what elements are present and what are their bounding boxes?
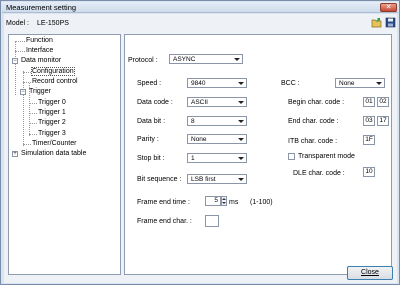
tree-line: [23, 82, 31, 83]
data-code-select[interactable]: ASCII: [187, 97, 247, 107]
bcc-select[interactable]: None: [335, 78, 385, 88]
protocol-select[interactable]: ASYNC: [169, 54, 243, 64]
chevron-down-icon: [238, 157, 244, 160]
end-char-label: End char. code :: [288, 118, 339, 125]
spin-down-icon: [222, 202, 226, 204]
model-label: Model :: [6, 20, 29, 27]
tree-item-record-control[interactable]: Record control: [32, 78, 78, 85]
dle-char-code[interactable]: 10: [363, 167, 375, 177]
tree-item-trigger-3[interactable]: Trigger 3: [38, 130, 66, 137]
parity-value: None: [191, 136, 207, 143]
tree-line: [15, 51, 25, 52]
chevron-down-icon: [238, 120, 244, 123]
save-icon[interactable]: [385, 17, 396, 28]
bcc-value: None: [339, 80, 355, 87]
transparent-mode-checkbox[interactable]: [288, 153, 295, 160]
tree-line: [29, 103, 37, 104]
bit-sequence-value: LSB first: [191, 176, 216, 183]
tree-line: [15, 41, 25, 42]
stop-bit-select[interactable]: 1: [187, 153, 247, 163]
collapse-icon[interactable]: −: [12, 58, 18, 64]
tree-item-trigger-2[interactable]: Trigger 2: [38, 119, 66, 126]
data-code-label: Data code :: [137, 99, 173, 106]
data-bit-select[interactable]: 8: [187, 116, 247, 126]
tree-item-trigger-0[interactable]: Trigger 0: [38, 99, 66, 106]
speed-select[interactable]: 9840: [187, 78, 247, 88]
title-bar: Measurement setting ✕: [2, 2, 398, 13]
itb-char-label: ITB char. code :: [288, 138, 338, 145]
spin-up-icon: [222, 198, 226, 200]
itb-char-code[interactable]: 1F: [363, 135, 375, 145]
tree-item-simulation[interactable]: Simulation data table: [21, 150, 86, 157]
begin-char-label: Begin char. code :: [288, 99, 345, 106]
speed-label: Speed :: [137, 80, 162, 87]
chevron-down-icon: [234, 58, 240, 61]
close-button[interactable]: Close: [347, 266, 393, 280]
model-bar: Model : LE-150PS: [4, 14, 397, 33]
tree-line: [23, 144, 31, 145]
frame-end-time-input[interactable]: 5: [205, 196, 221, 206]
tree-item-timer-counter[interactable]: Timer/Counter: [32, 140, 76, 147]
tree-item-trigger[interactable]: Trigger: [29, 88, 51, 95]
data-bit-value: 8: [191, 118, 195, 125]
frame-end-time-unit: ms: [229, 199, 239, 206]
expand-icon[interactable]: +: [12, 151, 18, 157]
protocol-value: ASYNC: [173, 56, 196, 63]
tree-item-interface[interactable]: Interface: [26, 47, 53, 54]
configuration-panel: Protocol : ASYNC Speed : 9840 Data code …: [124, 34, 392, 275]
tree-item-data-monitor[interactable]: Data monitor: [21, 57, 61, 64]
bit-sequence-select[interactable]: LSB first: [187, 174, 247, 184]
parity-label: Parity :: [137, 136, 159, 143]
tree-line: [15, 41, 16, 95]
tree-line: [23, 72, 31, 73]
end-char-code-2[interactable]: 17: [377, 116, 389, 126]
stop-bit-label: Stop bit :: [137, 155, 165, 162]
tree-item-configuration[interactable]: Configuration: [31, 67, 75, 76]
tree-line: [29, 123, 37, 124]
close-button-label: Close: [361, 269, 379, 276]
end-char-code-1[interactable]: 03: [363, 116, 375, 126]
chevron-down-icon: [238, 138, 244, 141]
tree-item-function[interactable]: Function: [26, 37, 53, 44]
settings-tree: Function Interface − Data monitor Config…: [8, 34, 121, 275]
frame-end-time-label: Frame end time :: [137, 199, 190, 206]
transparent-mode-label: Transparent mode: [298, 153, 355, 160]
begin-char-code-1[interactable]: 01: [363, 97, 375, 107]
model-value: LE-150PS: [37, 20, 69, 27]
stop-bit-value: 1: [191, 155, 195, 162]
dle-char-label: DLE char. code :: [293, 170, 345, 177]
frame-end-char-input[interactable]: [205, 215, 219, 227]
tree-item-trigger-1[interactable]: Trigger 1: [38, 109, 66, 116]
window-close-button[interactable]: ✕: [380, 3, 397, 12]
begin-char-code-2[interactable]: 02: [377, 97, 389, 107]
measurement-setting-window: Measurement setting ✕ Model : LE-150PS F…: [0, 0, 400, 285]
speed-value: 9840: [191, 80, 206, 87]
open-folder-icon[interactable]: [371, 17, 382, 28]
data-bit-label: Data bit :: [137, 118, 166, 125]
client-area: Model : LE-150PS Function Interface − Da…: [4, 14, 397, 283]
bcc-label: BCC :: [281, 80, 300, 87]
tree-line: [29, 134, 37, 135]
protocol-label: Protocol :: [128, 57, 158, 64]
frame-end-time-spinner[interactable]: [221, 196, 227, 206]
bit-sequence-label: Bit sequence :: [137, 176, 182, 183]
tree-line: [29, 113, 37, 114]
parity-select[interactable]: None: [187, 134, 247, 144]
window-title: Measurement setting: [6, 3, 77, 12]
data-code-value: ASCII: [191, 99, 208, 106]
frame-end-char-label: Frame end char. :: [137, 218, 192, 225]
frame-end-time-range: (1-100): [250, 199, 273, 206]
chevron-down-icon: [238, 101, 244, 104]
chevron-down-icon: [376, 82, 382, 85]
chevron-down-icon: [238, 178, 244, 181]
chevron-down-icon: [238, 82, 244, 85]
collapse-icon[interactable]: −: [20, 89, 26, 95]
